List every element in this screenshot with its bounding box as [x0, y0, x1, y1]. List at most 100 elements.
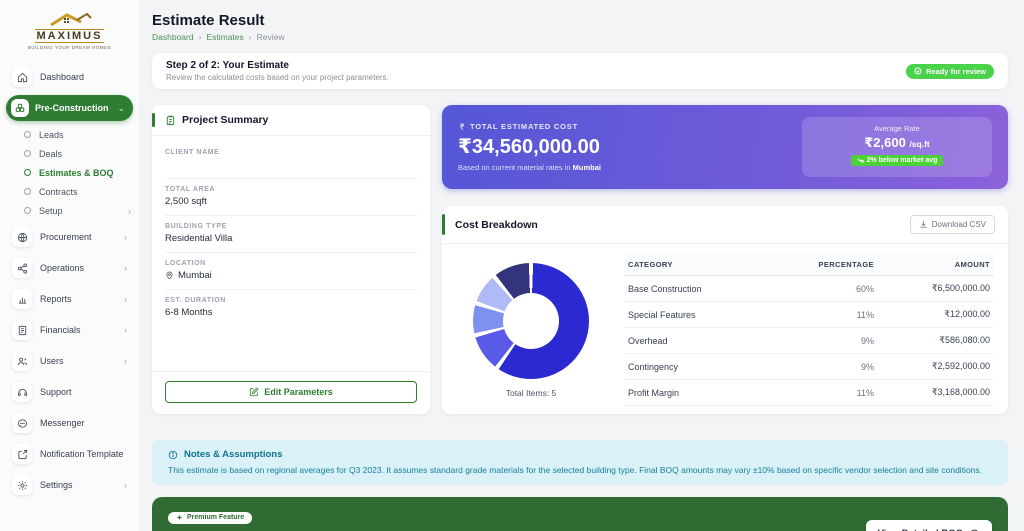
breadcrumb-dashboard[interactable]: Dashboard	[152, 32, 194, 42]
amount-cell: ₹12,000.00	[877, 301, 994, 328]
premium-feature-label: Premium Feature	[187, 514, 245, 522]
sidebar-item-procurement[interactable]: Procurement ›	[8, 223, 131, 251]
donut-caption: Total Items: 5	[505, 387, 557, 398]
edit-parameters-button[interactable]: Edit Parameters	[165, 381, 417, 403]
sidebar-subitem-estimates-boq[interactable]: Estimates & BOQ	[6, 163, 133, 182]
chevron-right-icon: ›	[124, 480, 127, 490]
template-export-icon	[12, 444, 32, 464]
note-prefix: Based on current material rates in	[458, 163, 573, 172]
cost-breakdown-table: CATEGORY PERCENTAGE AMOUNT Base Constructi…	[624, 254, 994, 406]
category-cell: Profit Margin	[624, 379, 767, 406]
clipboard-icon	[166, 115, 175, 125]
project-summary-title: Project Summary	[165, 114, 268, 126]
card-title-label: Project Summary	[182, 114, 269, 126]
amount-cell: ₹3,168,000.00	[877, 379, 994, 406]
status-ring-icon	[24, 169, 31, 176]
field-total-area: TOTAL AREA 2,500 sqft	[165, 179, 417, 216]
sidebar-item-pre-construction[interactable]: Pre-Construction ⌄	[6, 95, 133, 121]
sparkle-icon	[176, 515, 183, 521]
percentage-cell: 11%	[766, 379, 878, 406]
sidebar-item-financials[interactable]: Financials ›	[8, 316, 131, 344]
subitem-label: Setup	[39, 205, 63, 216]
sidebar-item-messenger[interactable]: Messenger	[8, 409, 131, 437]
total-cost-note: Based on current material rates in Mumba…	[458, 163, 601, 172]
sidebar-item-reports[interactable]: Reports ›	[8, 285, 131, 313]
cost-breakdown-card: Cost Breakdown Download CSV Total Items:…	[442, 206, 1008, 414]
table-row: Base Construction 60% ₹6,500,000.00	[624, 275, 994, 302]
field-label: LOCATION	[165, 260, 206, 267]
chevron-right-icon: ›	[124, 294, 127, 304]
logo-tagline: BUILDING YOUR DREAM HOMES	[27, 45, 112, 50]
chevron-down-icon: ⌄	[117, 102, 125, 113]
average-rate-label: Average Rate	[874, 124, 920, 133]
step-subtitle: Review the calculated costs based on you…	[166, 73, 389, 82]
download-csv-label: Download CSV	[931, 220, 986, 229]
breadcrumb-estimates[interactable]: Estimates	[206, 32, 243, 42]
sidebar-subitem-setup[interactable]: Setup ›	[6, 201, 133, 220]
field-building-type: BUILDING TYPE Residential Villa	[165, 216, 417, 253]
field-est-duration: EST. DURATION 6-8 Months	[165, 290, 417, 326]
sidebar-item-support[interactable]: Support	[8, 378, 131, 406]
field-value: 2,500 sqft	[165, 196, 207, 207]
page-title: Estimate Result	[152, 12, 265, 29]
sidebar-item-label: Dashboard	[40, 72, 85, 82]
status-ring-icon	[24, 188, 31, 195]
sidebar-item-label: Procurement	[40, 232, 92, 242]
sidebar-item-label: Operations	[40, 263, 85, 273]
project-summary-header: Project Summary	[152, 105, 430, 136]
sidebar-item-label: Users	[40, 356, 64, 366]
info-icon	[168, 450, 178, 459]
note-location: Mumbai	[572, 163, 601, 172]
total-cost-banner: TOTAL ESTIMATED COST ₹34,560,000.00 Base…	[442, 105, 1008, 189]
check-circle-icon	[914, 67, 922, 75]
sidebar-item-notification-template[interactable]: Notification Template	[8, 440, 131, 468]
globe-icon	[12, 227, 32, 247]
table-row: Profit Margin 11% ₹3,168,000.00	[624, 379, 994, 406]
table-header-row: CATEGORY PERCENTAGE AMOUNT	[624, 254, 994, 276]
sidebar-item-operations[interactable]: Operations ›	[8, 254, 131, 282]
table-row: Overhead 9% ₹586,080.00	[624, 327, 994, 354]
step-banner: Step 2 of 2: Your Estimate Review the ca…	[152, 53, 1008, 89]
download-csv-button[interactable]: Download CSV	[909, 215, 995, 234]
average-rate-value: ₹2,600 /sq.ft	[818, 135, 976, 151]
sidebar-item-settings[interactable]: Settings ›	[8, 471, 131, 499]
total-cost-block: TOTAL ESTIMATED COST ₹34,560,000.00 Base…	[458, 122, 601, 172]
sidebar: MAXIMUS BUILDING YOUR DREAM HOMES Dashbo…	[0, 0, 140, 531]
sidebar-item-dashboard[interactable]: Dashboard	[8, 63, 131, 91]
status-badge: Ready for review	[905, 63, 994, 79]
chevron-right-icon: ›	[124, 232, 127, 242]
donut-chart-wrap: Total Items: 5	[456, 254, 606, 406]
logo-title: MAXIMUS	[34, 29, 105, 43]
donut-chart	[473, 262, 589, 379]
subitem-label: Leads	[39, 129, 64, 140]
step-banner-text: Step 2 of 2: Your Estimate Review the ca…	[166, 60, 389, 82]
percentage-cell: 11%	[766, 301, 878, 328]
field-client-name: CLIENT NAME	[165, 142, 417, 179]
total-cost-label-text: TOTAL ESTIMATED COST	[470, 122, 578, 131]
edit-pencil-icon	[250, 387, 259, 397]
pre-construction-icon	[11, 99, 29, 117]
column-header: AMOUNT	[877, 254, 994, 276]
sidebar-subitem-leads[interactable]: Leads	[6, 125, 133, 144]
headset-icon	[12, 382, 32, 402]
field-label: TOTAL AREA	[165, 186, 216, 193]
view-detailed-boq-button[interactable]: View Detailed BOQ	[865, 520, 992, 531]
sidebar-subitem-deals[interactable]: Deals	[6, 144, 133, 163]
amount-cell: ₹2,592,000.00	[877, 353, 994, 380]
sidebar-item-users[interactable]: Users ›	[8, 347, 131, 375]
breadcrumb-separator: ›	[248, 32, 252, 42]
project-summary-card: Project Summary CLIENT NAME TOTAL AREA 2…	[152, 105, 430, 414]
breadcrumb-review: Review	[256, 32, 285, 42]
download-icon	[920, 221, 927, 228]
rupee-icon	[459, 123, 464, 130]
category-cell: Overhead	[624, 327, 767, 354]
trending-down-icon	[857, 158, 864, 163]
sidebar-subitem-contracts[interactable]: Contracts	[6, 182, 133, 201]
chevron-right-icon: ›	[124, 263, 127, 273]
market-comparison-label: 2% below market avg	[866, 157, 938, 164]
category-cell: Special Features	[624, 301, 767, 328]
column-header: PERCENTAGE	[766, 254, 878, 276]
sidebar-item-label: Settings	[40, 480, 73, 490]
breadcrumb-separator: ›	[198, 32, 202, 42]
status-ring-icon	[24, 207, 31, 214]
